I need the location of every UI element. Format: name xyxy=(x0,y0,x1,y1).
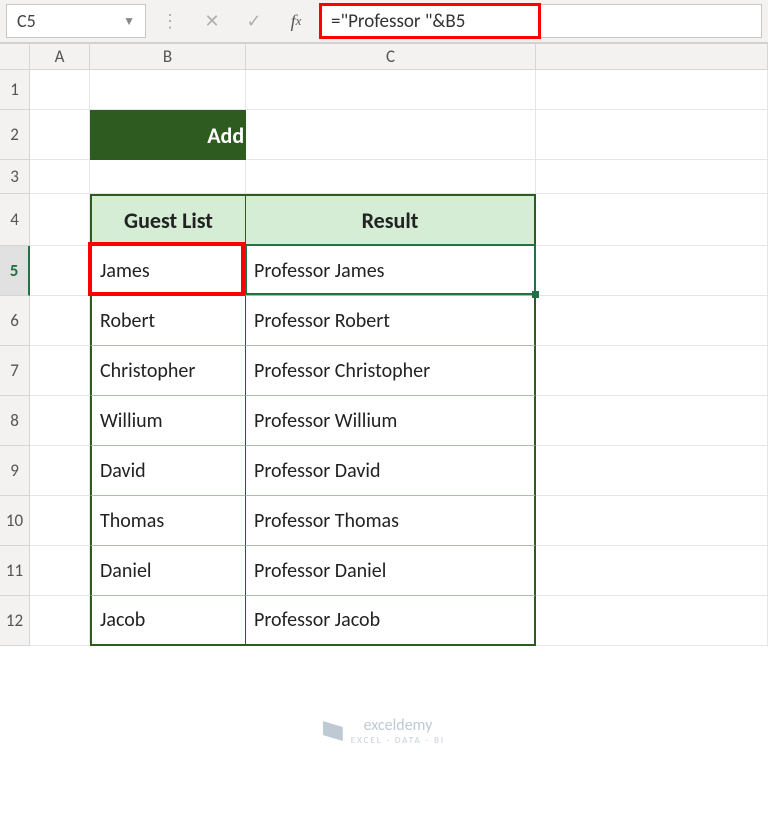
row-3: 3 xyxy=(0,160,768,194)
cell-result[interactable]: Professor Robert xyxy=(246,296,536,346)
cell[interactable] xyxy=(90,160,246,194)
cell-guest[interactable]: James xyxy=(90,246,246,296)
formula-separator: ⋮ xyxy=(152,4,188,38)
row-8: 8 Willium Professor Willium xyxy=(0,396,768,446)
formula-text: ="Professor "&B5 xyxy=(331,10,465,33)
logo-icon xyxy=(323,721,343,741)
row-header[interactable]: 6 xyxy=(0,296,30,346)
row-9: 9 David Professor David xyxy=(0,446,768,496)
cell[interactable] xyxy=(536,596,768,646)
cell[interactable] xyxy=(30,396,90,446)
row-4: 4 Guest List Result xyxy=(0,194,768,246)
cell[interactable] xyxy=(30,346,90,396)
cell-result[interactable]: Professor James xyxy=(246,246,536,296)
cell[interactable] xyxy=(536,296,768,346)
row-header[interactable]: 12 xyxy=(0,596,30,646)
cell-result[interactable]: Professor Christopher xyxy=(246,346,536,396)
row-header[interactable]: 10 xyxy=(0,496,30,546)
cell-result[interactable]: Professor David xyxy=(246,446,536,496)
row-header[interactable]: 1 xyxy=(0,70,30,110)
fill-handle[interactable] xyxy=(532,291,539,298)
cell[interactable] xyxy=(30,296,90,346)
cell[interactable] xyxy=(536,546,768,596)
cell-guest[interactable]: Daniel xyxy=(90,546,246,596)
cell[interactable] xyxy=(30,246,90,296)
cell[interactable] xyxy=(30,546,90,596)
cell[interactable] xyxy=(246,110,536,160)
col-header-c[interactable]: C xyxy=(246,44,536,70)
col-header-b[interactable]: B xyxy=(90,44,246,70)
row-11: 11 Daniel Professor Daniel xyxy=(0,546,768,596)
row-6: 6 Robert Professor Robert xyxy=(0,296,768,346)
col-header-a[interactable]: A xyxy=(30,44,90,70)
cell[interactable] xyxy=(536,194,768,246)
cell[interactable] xyxy=(536,246,768,296)
cell-guest[interactable]: Thomas xyxy=(90,496,246,546)
cell-result[interactable]: Professor Daniel xyxy=(246,546,536,596)
cell[interactable] xyxy=(246,70,536,110)
cell[interactable] xyxy=(536,446,768,496)
cell[interactable] xyxy=(536,70,768,110)
row-10: 10 Thomas Professor Thomas xyxy=(0,496,768,546)
watermark-tagline: EXCEL · DATA · BI xyxy=(351,735,445,746)
cell[interactable] xyxy=(90,70,246,110)
cell[interactable] xyxy=(30,160,90,194)
cell-guest[interactable]: Christopher xyxy=(90,346,246,396)
chevron-down-icon[interactable]: ▼ xyxy=(123,14,135,29)
row-header[interactable]: 3 xyxy=(0,160,30,194)
col-header-blank[interactable] xyxy=(536,44,768,70)
cancel-icon[interactable]: ✕ xyxy=(194,4,230,38)
cell[interactable] xyxy=(30,446,90,496)
formula-input[interactable]: ="Professor "&B5 xyxy=(320,4,762,38)
cell-guest[interactable]: David xyxy=(90,446,246,496)
cell[interactable] xyxy=(30,496,90,546)
column-header-row: A B C xyxy=(0,44,768,70)
row-header[interactable]: 8 xyxy=(0,396,30,446)
cell[interactable] xyxy=(30,194,90,246)
cell-title[interactable]: Add Characters in Excel xyxy=(90,110,246,160)
cell[interactable] xyxy=(536,110,768,160)
row-header[interactable]: 11 xyxy=(0,546,30,596)
header-result[interactable]: Result xyxy=(246,194,536,246)
watermark: exceldemy EXCEL · DATA · BI xyxy=(0,716,768,746)
select-all-corner[interactable] xyxy=(0,44,30,70)
cell[interactable] xyxy=(246,160,536,194)
formula-bar: C5 ▼ ⋮ ✕ ✓ fx ="Professor "&B5 xyxy=(0,0,768,44)
cell-result[interactable]: Professor Thomas xyxy=(246,496,536,546)
cell[interactable] xyxy=(536,160,768,194)
cell-result[interactable]: Professor Willium xyxy=(246,396,536,446)
cell-guest[interactable]: Robert xyxy=(90,296,246,346)
cell-guest[interactable]: Jacob xyxy=(90,596,246,646)
cell[interactable] xyxy=(30,110,90,160)
name-box[interactable]: C5 ▼ xyxy=(6,4,146,38)
row-header[interactable]: 2 xyxy=(0,110,30,160)
fx-icon[interactable]: fx xyxy=(278,4,314,38)
cell-result[interactable]: Professor Jacob xyxy=(246,596,536,646)
row-header[interactable]: 5 xyxy=(0,246,30,296)
watermark-brand: exceldemy xyxy=(364,716,433,735)
row-header[interactable]: 7 xyxy=(0,346,30,396)
row-header[interactable]: 9 xyxy=(0,446,30,496)
cell-guest[interactable]: Willium xyxy=(90,396,246,446)
cell[interactable] xyxy=(30,596,90,646)
cell[interactable] xyxy=(536,496,768,546)
cell[interactable] xyxy=(536,346,768,396)
row-5: 5 James Professor James xyxy=(0,246,768,296)
confirm-icon[interactable]: ✓ xyxy=(236,4,272,38)
row-2: 2 Add Characters in Excel xyxy=(0,110,768,160)
cell[interactable] xyxy=(536,396,768,446)
row-header[interactable]: 4 xyxy=(0,194,30,246)
row-12: 12 Jacob Professor Jacob xyxy=(0,596,768,646)
row-7: 7 Christopher Professor Christopher xyxy=(0,346,768,396)
cell-reference: C5 xyxy=(17,10,36,32)
spreadsheet: A B C 1 2 Add Characters in Excel 3 4 Gu… xyxy=(0,44,768,646)
row-1: 1 xyxy=(0,70,768,110)
cell[interactable] xyxy=(30,70,90,110)
header-guest-list[interactable]: Guest List xyxy=(90,194,246,246)
